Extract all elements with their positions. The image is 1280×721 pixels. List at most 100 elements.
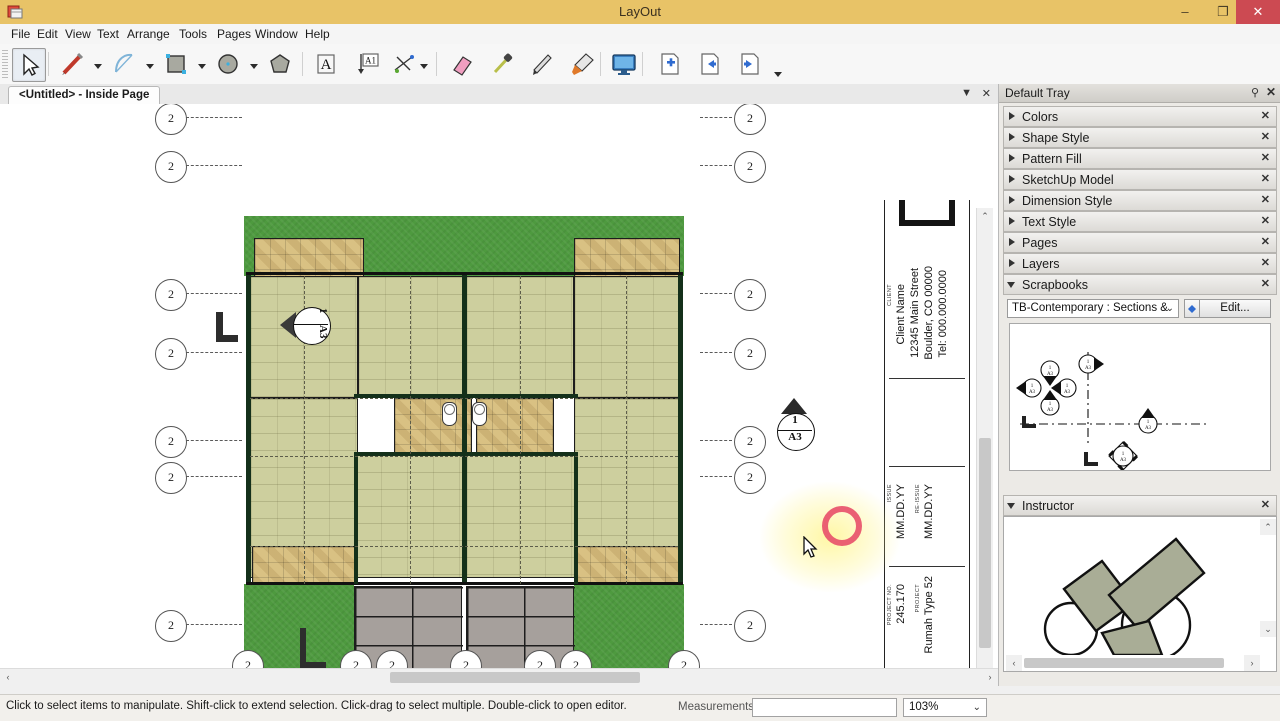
add-page-button[interactable] xyxy=(654,48,686,80)
select-tool[interactable] xyxy=(12,48,46,82)
close-icon[interactable]: ✕ xyxy=(1266,85,1276,99)
minimize-button[interactable]: – xyxy=(1166,0,1204,24)
grid-bubble-left[interactable]: 2 xyxy=(155,462,187,494)
close-icon[interactable]: ✕ xyxy=(982,87,991,100)
shape-dropdown[interactable] xyxy=(196,60,208,72)
document-tab[interactable]: <Untitled> - Inside Page xyxy=(8,86,161,105)
project-name: Rumah Type 52 xyxy=(923,576,935,654)
zoom-level-select[interactable]: 103% ⌄ xyxy=(903,698,987,717)
circle-tool[interactable] xyxy=(212,48,244,80)
chevron-right-icon xyxy=(1009,112,1015,120)
menu-text[interactable]: Text xyxy=(91,24,125,44)
grid-bubble-right[interactable]: 2 xyxy=(734,104,766,135)
close-icon[interactable]: ✕ xyxy=(1261,214,1270,227)
arc-tool[interactable] xyxy=(108,48,140,80)
panel-text-style[interactable]: Text Style ✕ xyxy=(1003,211,1277,232)
grid-bubble-left[interactable]: 2 xyxy=(155,610,187,642)
panel-pages[interactable]: Pages ✕ xyxy=(1003,232,1277,253)
grid-bubble-right[interactable]: 2 xyxy=(734,426,766,458)
close-icon[interactable]: ✕ xyxy=(1261,151,1270,164)
canvas-horizontal-scrollbar[interactable]: ‹ › xyxy=(0,668,998,686)
grid-bubble-right[interactable]: 2 xyxy=(734,151,766,183)
scrapbook-preview[interactable]: 1A3 1A3 1A3 1A3 1A3 1A3 1A3 1 A3 xyxy=(1009,323,1271,471)
style-picker-tool[interactable] xyxy=(486,48,518,80)
menu-arrange[interactable]: Arrange xyxy=(121,24,176,44)
toolbar-overflow[interactable] xyxy=(772,68,784,80)
pin-icon[interactable]: ⚲ xyxy=(1251,86,1259,99)
title-block-divider xyxy=(889,378,965,379)
panel-pattern-fill[interactable]: Pattern Fill ✕ xyxy=(1003,148,1277,169)
scrapbook-prev-button[interactable] xyxy=(1184,299,1200,318)
toolbar-grip[interactable] xyxy=(2,50,8,78)
instructor-scroll-left[interactable]: ‹ xyxy=(1006,655,1022,671)
instructor-h-scroll-thumb[interactable] xyxy=(1024,658,1224,668)
close-icon[interactable]: ✕ xyxy=(1261,277,1270,290)
grid-bubble-right[interactable]: 2 xyxy=(734,610,766,642)
menu-help[interactable]: Help xyxy=(299,24,336,44)
panel-colors[interactable]: Colors ✕ xyxy=(1003,106,1277,127)
presentation-button[interactable] xyxy=(608,48,640,80)
scrapbook-edit-button[interactable]: Edit... xyxy=(1199,299,1271,318)
next-page-button[interactable] xyxy=(734,48,766,80)
instructor-panel-body[interactable]: ⌃ ⌄ ‹ › xyxy=(1003,516,1277,672)
grid-bubble-right[interactable]: 2 xyxy=(734,338,766,370)
section-marker-right[interactable]: 1 A3 xyxy=(772,398,816,452)
close-icon[interactable]: ✕ xyxy=(1261,193,1270,206)
pencil-dropdown[interactable] xyxy=(92,60,104,72)
dimension-tool[interactable] xyxy=(388,48,420,80)
rectangle-tool[interactable] xyxy=(160,48,192,80)
close-icon[interactable]: ✕ xyxy=(1261,172,1270,185)
join-tool[interactable] xyxy=(566,48,598,80)
previous-page-button[interactable] xyxy=(694,48,726,80)
polygon-tool[interactable] xyxy=(264,48,296,80)
panel-layers[interactable]: Layers ✕ xyxy=(1003,253,1277,274)
close-icon[interactable]: ✕ xyxy=(1261,235,1270,248)
section-marker-left[interactable]: 1 A3 xyxy=(280,300,332,346)
panel-instructor[interactable]: Instructor ✕ xyxy=(1003,495,1277,516)
split-tool[interactable] xyxy=(526,48,558,80)
panel-scrapbooks[interactable]: Scrapbooks ✕ xyxy=(1003,274,1277,295)
vertical-scroll-thumb[interactable] xyxy=(979,438,991,648)
drawing-canvas[interactable]: 2 2 2 2 2 2 2 2 2 2 2 2 2 2 1 A3 1 A3 2 … xyxy=(0,104,998,668)
close-icon[interactable]: ✕ xyxy=(1261,130,1270,143)
toilet-fixture-east xyxy=(472,402,487,426)
scroll-left-arrow[interactable]: ‹ xyxy=(0,669,16,685)
grid-bubble-bottom[interactable]: 2 xyxy=(668,650,700,668)
text-tool[interactable]: A xyxy=(310,48,342,80)
scrapbook-select[interactable]: TB-Contemporary : Sections & ⌄ xyxy=(1007,299,1179,318)
dimension-dropdown[interactable] xyxy=(418,60,430,72)
document-tab-strip: <Untitled> - Inside Page ▼ ✕ xyxy=(0,84,998,105)
pencil-tool[interactable] xyxy=(56,48,88,80)
instructor-scroll-down[interactable]: ⌄ xyxy=(1260,621,1276,637)
instructor-scroll-right[interactable]: › xyxy=(1244,655,1260,671)
chevron-down-icon[interactable]: ▼ xyxy=(961,87,972,99)
title-block[interactable]: CLIENT Client Name 12345 Main Street Bou… xyxy=(884,200,970,668)
grid-bubble-left[interactable]: 2 xyxy=(155,151,187,183)
close-icon[interactable]: ✕ xyxy=(1261,109,1270,122)
floor-plan-drawing[interactable] xyxy=(244,216,684,668)
panel-dimension-style[interactable]: Dimension Style ✕ xyxy=(1003,190,1277,211)
grid-bubble-left[interactable]: 2 xyxy=(155,338,187,370)
instructor-scroll-up[interactable]: ⌃ xyxy=(1260,519,1276,535)
close-button[interactable]: ✕ xyxy=(1236,0,1280,24)
measurements-input[interactable] xyxy=(752,698,897,717)
scroll-right-arrow[interactable]: › xyxy=(982,669,998,685)
canvas-vertical-scrollbar[interactable]: ⌃ ⌄ xyxy=(976,208,993,668)
eraser-tool[interactable] xyxy=(446,48,478,80)
grid-bubble-left[interactable]: 2 xyxy=(155,104,187,135)
circle-dropdown[interactable] xyxy=(248,60,260,72)
panel-sketchup-model[interactable]: SketchUp Model ✕ xyxy=(1003,169,1277,190)
close-icon[interactable]: ✕ xyxy=(1261,256,1270,269)
arc-dropdown[interactable] xyxy=(144,60,156,72)
grid-bubble-left[interactable]: 2 xyxy=(155,279,187,311)
grid-bubble-right[interactable]: 2 xyxy=(734,462,766,494)
grid-bubble-right[interactable]: 2 xyxy=(734,279,766,311)
scroll-up-arrow[interactable]: ⌃ xyxy=(977,208,993,224)
menu-window[interactable]: Window xyxy=(249,24,304,44)
panel-shape-style[interactable]: Shape Style ✕ xyxy=(1003,127,1277,148)
close-icon[interactable]: ✕ xyxy=(1261,498,1270,511)
menu-tools[interactable]: Tools xyxy=(173,24,213,44)
horizontal-scroll-thumb[interactable] xyxy=(390,672,640,683)
grid-bubble-left[interactable]: 2 xyxy=(155,426,187,458)
label-tool[interactable]: A1 xyxy=(352,48,384,80)
